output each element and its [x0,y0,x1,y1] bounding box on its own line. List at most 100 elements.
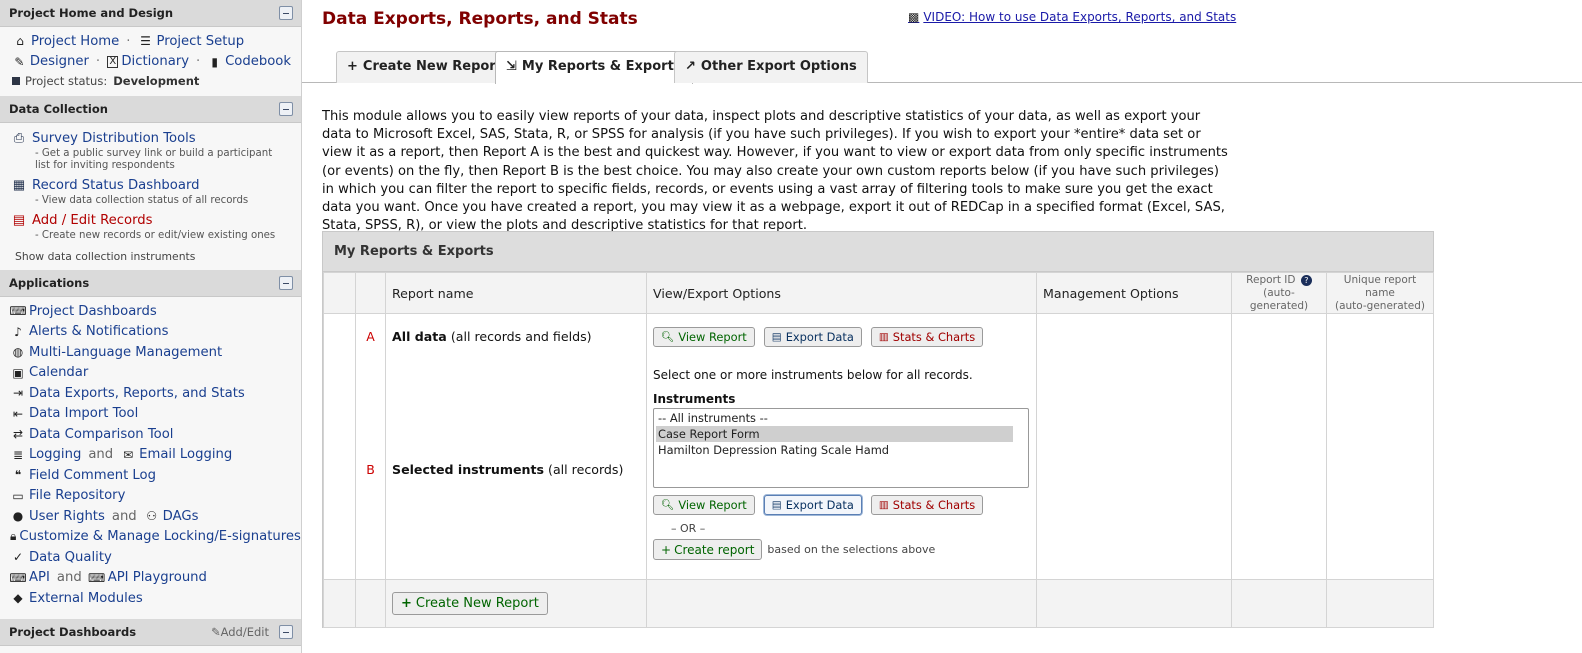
tab-other-export-options[interactable]: ↗ Other Export Options [674,51,868,83]
home-icon: ⌂ [16,34,24,49]
create-report-button[interactable]: + Create report [653,539,763,560]
share-icon: ↗ [685,59,696,74]
based-on-text: based on the selections above [767,543,936,556]
section-title: Project Home and Design [9,6,174,20]
user-rights-link[interactable]: User Rights [29,509,105,524]
status-value: Development [113,74,200,88]
view-report-button[interactable]: 🔍︎ View Report [653,326,755,347]
col-report-name: Report name [385,272,647,314]
select-prompt: Select one or more instruments below for… [653,367,973,382]
instrument-option[interactable]: Hamilton Depression Rating Scale Hamd [656,442,1026,458]
api-icon: ⌨ [9,570,27,585]
help-icon[interactable]: ? [1300,274,1312,286]
file-export-icon: ⇲ [506,59,517,74]
codebook-link[interactable]: Codebook [225,54,291,69]
file-export-icon: ▤ [771,331,782,343]
tab-create-new-report[interactable]: + Create New Report [336,51,513,83]
tool-desc: - View data collection status of all rec… [35,195,249,206]
record-status-dashboard-item[interactable]: ▦ Record Status Dashboard - View data col… [10,176,291,207]
show-instruments-link[interactable]: Show data collection instruments [10,250,291,263]
section-header-applications: Applications [0,270,301,297]
view-report-button[interactable]: 🔍︎ View Report [653,494,755,515]
add-edit-records-item[interactable]: ▤ Add / Edit Records - Create new records… [10,211,291,242]
data-quality-link[interactable]: Data Quality [29,550,112,565]
main-content: Data Exports, Reports, and Stats ▩ VIDEO… [302,0,1582,653]
col-report-id: Report ID ? (auto-generated) [1231,272,1327,314]
export-icon: ⇥ [12,386,24,401]
instruments-label: Instruments [653,391,736,406]
instruments-listbox[interactable]: -- All instruments -- Case Report Form H… [653,407,1029,488]
or-divider: – OR – [671,522,706,535]
comments-icon: ❝ [14,468,22,483]
chart-icon: ▥ [878,331,889,343]
email-logging-link[interactable]: Email Logging [139,447,232,462]
tab-bar: + Create New Report ⇲ My Reports & Exports… [302,51,1582,84]
instrument-option[interactable]: Case Report Form [656,425,1013,442]
instrument-option[interactable]: -- All instruments -- [656,410,1026,426]
external-modules-link[interactable]: External Modules [29,591,143,606]
list-icon: ☰ [140,34,151,49]
mail-icon: ✉ [123,447,134,462]
data-import-link[interactable]: Data Import Tool [29,406,138,421]
plus-icon: + [661,542,672,557]
tool-desc: - Get a public survey link or build a pa… [35,148,273,171]
api-link[interactable]: API [29,570,50,585]
multilang-link[interactable]: Multi-Language Management [29,345,222,360]
dictionary-link[interactable]: Dictionary [121,54,189,69]
stats-charts-button[interactable]: ▥ Stats & Charts [870,495,984,515]
project-dashboards-link[interactable]: Project Dashboards [29,304,157,319]
tool-title[interactable]: Survey Distribution Tools [32,131,196,146]
left-sidebar: Project Home and Design ⌂ Project Home ·… [0,0,302,653]
tool-title[interactable]: Record Status Dashboard [32,178,200,193]
field-comment-log-link[interactable]: Field Comment Log [29,468,156,483]
table-row: B Selected instruments (all records) Sel… [323,359,1434,580]
video-link[interactable]: ▩ VIDEO: How to use Data Exports, Report… [908,10,1236,24]
reports-panel-title: My Reports & Exports [323,232,1433,272]
reports-table: Report name View/Export Options Manageme… [323,272,1434,628]
stats-charts-button[interactable]: ▥ Stats & Charts [870,327,984,347]
api-playground-link[interactable]: API Playground [108,570,207,585]
collapse-icon[interactable] [279,276,293,290]
excel-icon: X [107,55,119,68]
collapse-icon[interactable] [279,624,293,639]
section-title: Data Collection [9,102,108,116]
laptop-code-icon: ⌨ [88,570,106,585]
book-icon: ▮ [211,54,218,69]
import-icon: ⇤ [12,406,24,421]
search-icon: 🔍︎ [661,499,675,511]
section-header-data-collection: Data Collection [0,96,301,123]
section-title: Applications [9,276,90,290]
tool-desc: - Create new records or edit/view existi… [35,230,276,241]
locking-link[interactable]: Customize & Manage Locking/E-signatures [19,529,300,544]
calendar-link[interactable]: Calendar [29,365,88,380]
file-icon: ▤ [12,213,26,228]
film-icon: ▩ [908,10,920,24]
alerts-link[interactable]: Alerts & Notifications [29,324,168,339]
dags-link[interactable]: DAGs [163,509,199,524]
search-icon: 🔍︎ [661,331,675,343]
project-home-link[interactable]: Project Home [31,34,119,49]
table-row: + Create New Report [323,579,1434,628]
survey-distribution-item[interactable]: ⎙ Survey Distribution Tools - Get a publi… [10,129,291,172]
section-header-home-design: Project Home and Design [0,0,301,27]
export-data-button[interactable]: ▤ Export Data [763,495,862,515]
file-repository-link[interactable]: File Repository [29,488,125,503]
cube-icon: ◆ [13,591,23,606]
export-data-button[interactable]: ▤ Export Data [763,327,862,347]
data-exports-link[interactable]: Data Exports, Reports, and Stats [29,386,245,401]
collapse-icon[interactable] [279,6,293,20]
create-new-report-button[interactable]: + Create New Report [392,592,548,615]
logging-link[interactable]: Logging [29,447,81,462]
designer-link[interactable]: Designer [30,54,89,69]
collapse-icon[interactable] [279,102,293,116]
add-edit-dashboards-link[interactable]: ✎Add/Edit [211,625,269,639]
project-setup-link[interactable]: Project Setup [156,34,244,49]
project-status: Project status: Development [12,72,291,90]
col-unique-name: Unique report name (auto-generated) [1326,272,1434,314]
chart-icon: ▥ [878,499,889,511]
data-comparison-link[interactable]: Data Comparison Tool [29,427,173,442]
col-management: Management Options [1036,272,1232,314]
keyboard-icon: ⌨ [9,304,27,319]
tool-title[interactable]: Add / Edit Records [32,213,153,228]
tab-my-reports-exports[interactable]: ⇲ My Reports & Exports [495,51,693,84]
